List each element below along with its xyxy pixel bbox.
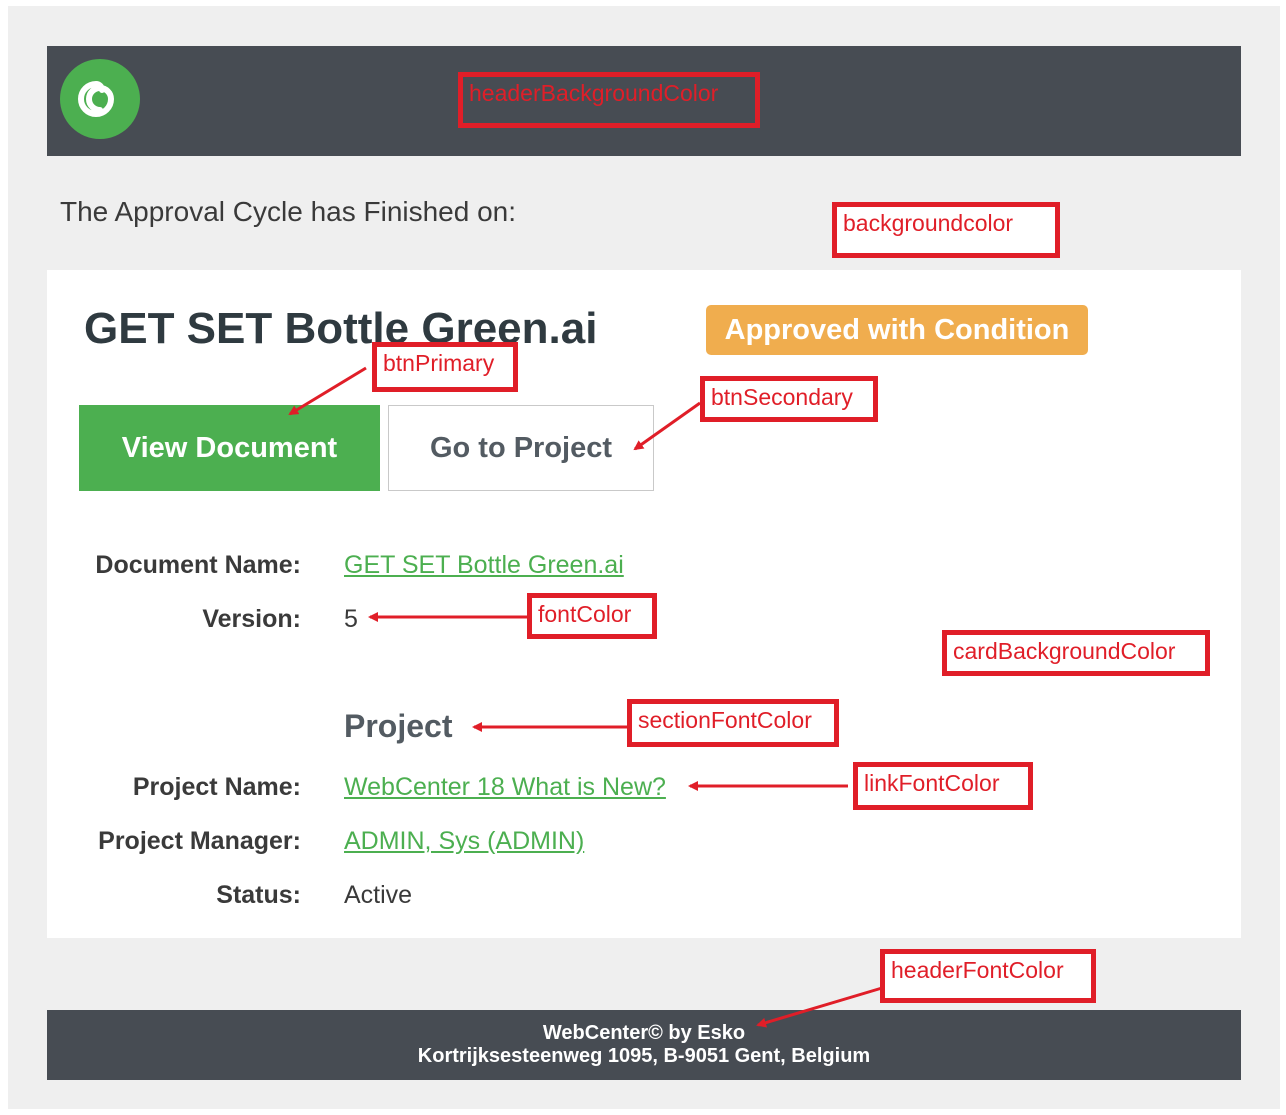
go-to-project-button[interactable]: Go to Project: [388, 405, 654, 491]
document-name-link-text[interactable]: GET SET Bottle Green.ai: [344, 551, 624, 579]
project-manager-link-text[interactable]: ADMIN, Sys (ADMIN): [344, 827, 584, 855]
document-name-link[interactable]: GET SET Bottle Green.ai: [344, 551, 624, 580]
footer-line-1: WebCenter© by Esko: [542, 1022, 746, 1044]
callout-section-font-color: sectionFontColor: [627, 699, 839, 747]
callout-link-font-color: linkFontColor: [853, 762, 1033, 810]
view-document-button[interactable]: View Document: [79, 405, 380, 491]
footer-line-2: Kortrijksesteenweg 1095, B-9051 Gent, Be…: [417, 1045, 871, 1067]
callout-font-color: fontColor: [527, 593, 657, 639]
callout-card-background-color: cardBackgroundColor: [942, 630, 1210, 676]
status-badge: Approved with Condition: [706, 305, 1088, 355]
version-value: 5: [344, 605, 358, 633]
project-name-link[interactable]: WebCenter 18 What is New?: [344, 773, 666, 802]
email-footer: WebCenter© by Esko Kortrijksesteenweg 10…: [47, 1010, 1241, 1080]
callout-btn-secondary: btnSecondary: [700, 376, 878, 422]
project-manager-link[interactable]: ADMIN, Sys (ADMIN): [344, 827, 584, 856]
callout-btn-primary: btnPrimary: [372, 342, 518, 392]
project-section-title: Project: [344, 708, 453, 744]
callout-header-font-color: headerFontColor: [880, 949, 1096, 1003]
status-label: Status:: [216, 881, 301, 909]
callout-background-color: backgroundcolor: [832, 202, 1060, 258]
project-name-link-text[interactable]: WebCenter 18 What is New?: [344, 773, 666, 801]
intro-text: The Approval Cycle has Finished on:: [60, 196, 517, 227]
document-title: GET SET Bottle Green.ai: [84, 304, 598, 353]
callout-header-background-color: headerBackgroundColor: [458, 72, 760, 128]
project-manager-label: Project Manager:: [98, 827, 301, 855]
document-name-label: Document Name:: [95, 551, 301, 579]
version-label: Version:: [202, 605, 301, 633]
webcenter-logo-icon: [60, 59, 140, 139]
status-value: Active: [344, 881, 413, 909]
project-name-label: Project Name:: [132, 773, 301, 801]
